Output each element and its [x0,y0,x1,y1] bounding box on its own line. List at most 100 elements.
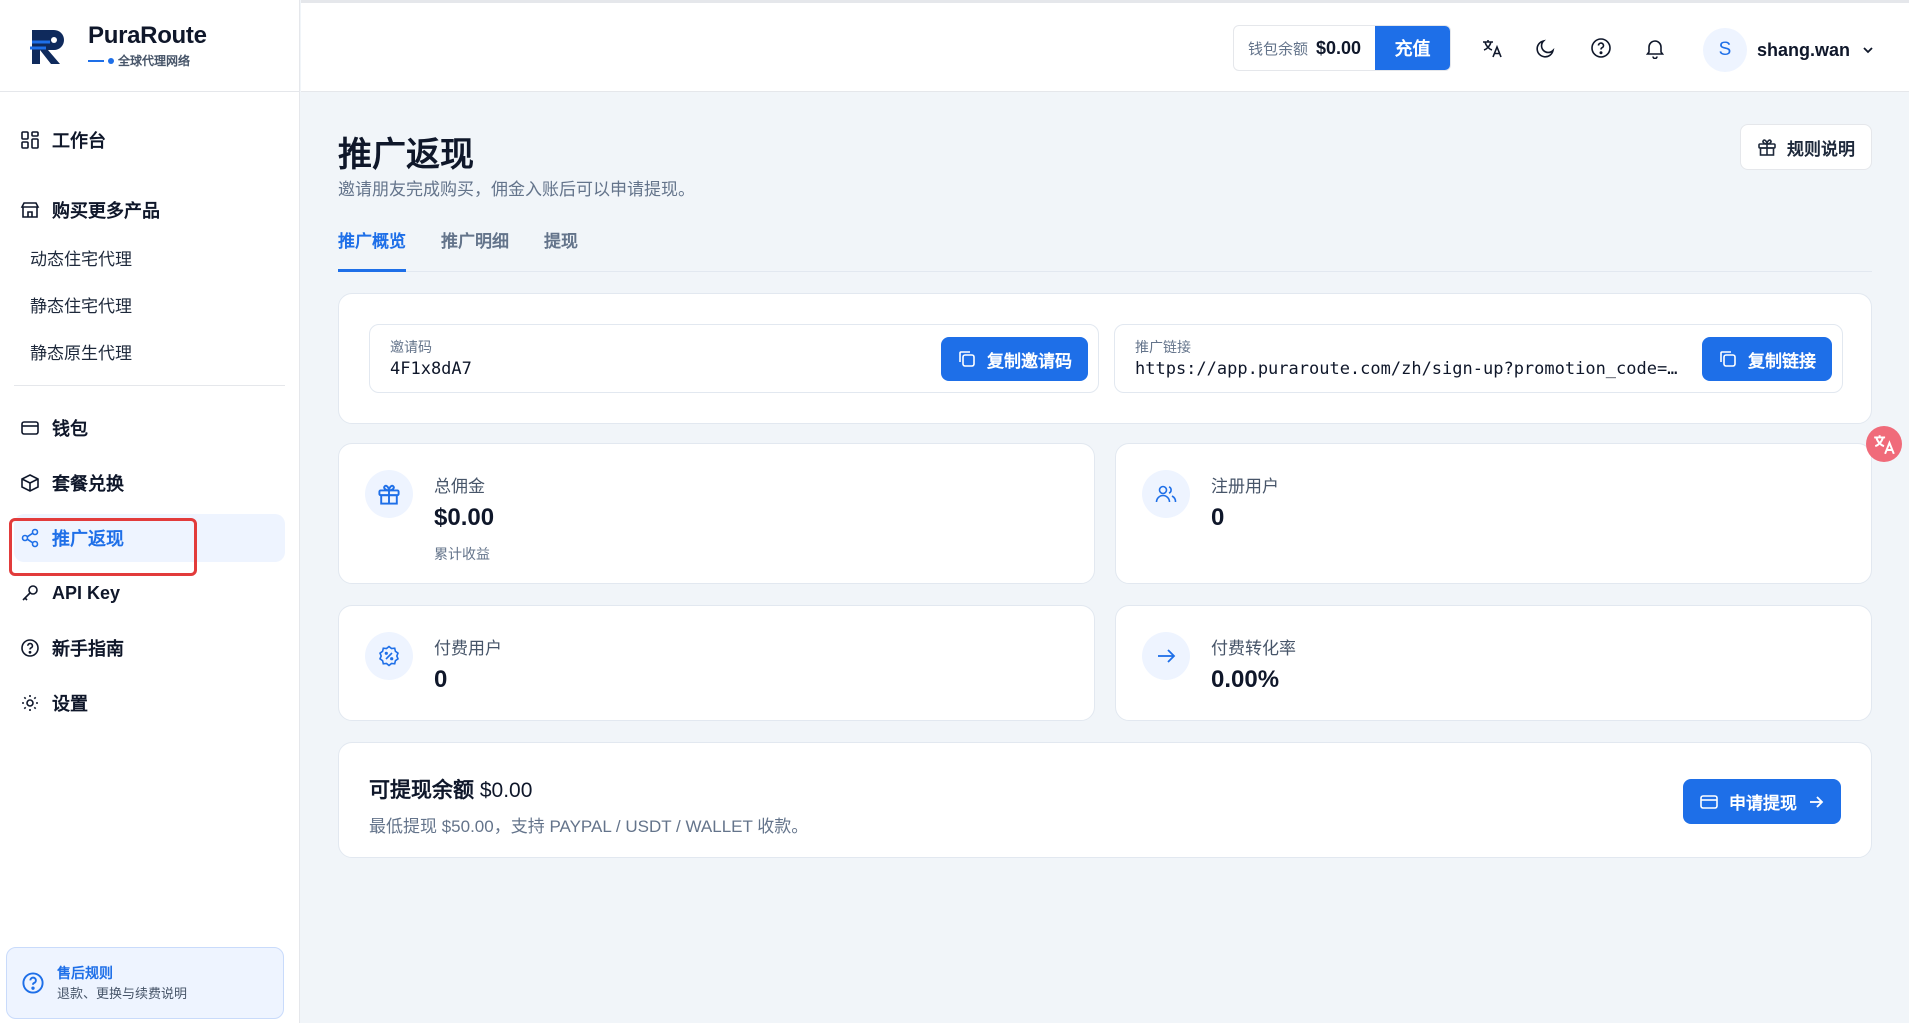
grid-icon [21,131,39,149]
sidebar-item-static-native[interactable]: 静态原生代理 [14,328,285,375]
withdraw-card: 可提现余额 $0.00 最低提现 $50.00，支持 PAYPAL / USDT… [338,742,1872,858]
stat-label: 付费用户 [434,639,502,658]
withdraw-balance: 可提现余额 $0.00 [369,774,532,804]
translate-icon[interactable] [1481,37,1503,59]
withdraw-title: 可提现余额 [369,779,474,802]
rules-button[interactable]: 规则说明 [1740,124,1872,170]
stat-icon-wrap [365,470,413,518]
copy-icon [959,351,975,367]
brand-name: PuraRoute [88,22,207,49]
brand[interactable]: PuraRoute 全球代理网络 [0,0,299,92]
invite-code-value[interactable]: 4F1x8dA7 [390,359,910,379]
stat-total-commission: 总佣金 $0.00 累计收益 [338,443,1095,584]
copy-link-button[interactable]: 复制链接 [1702,337,1832,381]
stat-icon-wrap [1142,470,1190,518]
share-icon [21,528,39,548]
copy-code-button[interactable]: 复制邀请码 [941,337,1088,381]
sidebar-item-package-exchange[interactable]: 套餐兑换 [14,459,285,507]
gift-icon [1758,139,1776,156]
badge-percent-icon [379,645,399,667]
invite-link-label: 推广链接 [1135,339,1191,355]
help-circle-icon [21,639,39,657]
users-icon [1155,485,1177,503]
package-icon [21,474,39,492]
sidebar-item-workbench[interactable]: 工作台 [14,116,285,164]
wallet-amount: $0.00 [1316,37,1362,58]
sidebar-item-buy-more[interactable]: 购买更多产品 [14,186,285,234]
after-sale-rules[interactable]: 售后规则 退款、更换与续费说明 [6,947,284,1019]
sidebar-item-settings[interactable]: 设置 [14,679,285,727]
floating-translate-button[interactable] [1866,426,1902,462]
apply-withdraw-button[interactable]: 申请提现 [1683,779,1841,824]
withdraw-note: 最低提现 $50.00，支持 PAYPAL / USDT / WALLET 收款… [369,817,809,836]
top-header: 钱包余额 $0.00 充值 S shang.wan [301,0,1909,92]
gear-icon [22,695,38,711]
sidebar-divider [14,385,285,386]
copy-icon [1720,351,1736,367]
translate-icon [1874,435,1895,455]
page-title: 推广返现 [338,136,474,174]
stat-registered-users: 注册用户 0 [1115,443,1872,584]
sidebar-item-guide[interactable]: 新手指南 [14,624,285,672]
stat-label: 注册用户 [1211,477,1279,496]
tab-overview[interactable]: 推广概览 [338,225,406,272]
store-icon [20,202,40,218]
stat-label: 付费转化率 [1211,639,1296,658]
copy-link-label: 复制链接 [1748,351,1816,371]
recharge-button[interactable]: 充值 [1375,26,1451,70]
sidebar-item-label: 推广返现 [52,529,124,549]
stat-paid-users: 付费用户 0 [338,605,1095,721]
sidebar-item-label: 工作台 [52,131,106,151]
arrow-right-icon [1158,649,1176,663]
help-circle-icon [22,972,44,994]
sidebar-item-label: 购买更多产品 [52,201,160,221]
stat-value: 0 [434,666,448,693]
invite-link-box: 推广链接 https://app.puraroute.com/zh/sign-u… [1114,324,1843,393]
key-icon [22,585,38,601]
stat-value: $0.00 [434,504,495,531]
brand-logo-icon [30,29,64,64]
brand-subtitle: 全球代理网络 [88,52,207,69]
gift-icon [378,484,400,505]
sidebar-item-label: API Key [52,582,121,603]
wallet-icon [21,421,39,435]
tabs: 推广概览 推广明细 提现 [338,225,1872,272]
sidebar: PuraRoute 全球代理网络 工作台 购买更多产品 动态住宅代理 静态住宅代… [0,0,300,1023]
stat-icon-wrap [365,632,413,680]
wallet-icon [1700,794,1718,809]
wallet-balance: 钱包余额 $0.00 充值 [1233,25,1452,71]
after-sale-title: 售后规则 [57,965,113,981]
wallet-label: 钱包余额 [1248,40,1309,58]
stat-conversion-rate: 付费转化率 0.00% [1115,605,1872,721]
invite-link-value[interactable]: https://app.puraroute.com/zh/sign-up?pro… [1135,359,1681,379]
sidebar-item-api-key[interactable]: API Key [14,569,285,617]
bell-icon[interactable] [1644,37,1666,59]
avatar: S [1703,28,1747,72]
sidebar-item-label: 设置 [52,694,88,714]
invite-code-box: 邀请码 4F1x8dA7 复制邀请码 [369,324,1099,393]
help-circle-icon[interactable] [1590,37,1612,59]
moon-icon[interactable] [1535,37,1557,59]
chevron-down-icon [1863,47,1873,54]
rules-button-label: 规则说明 [1787,139,1855,159]
tab-details[interactable]: 推广明细 [441,225,509,272]
tab-withdraw[interactable]: 提现 [544,225,578,272]
sidebar-nav: 工作台 购买更多产品 动态住宅代理 静态住宅代理 静态原生代理 钱包 套餐兑换 [0,92,299,727]
username: shang.wan [1757,39,1851,60]
stat-note: 累计收益 [434,546,490,562]
sidebar-item-static-residential[interactable]: 静态住宅代理 [14,281,285,328]
copy-code-label: 复制邀请码 [987,351,1072,371]
withdraw-amount: $0.00 [479,779,533,802]
stat-value: 0.00% [1211,666,1280,693]
arrow-right-icon [1810,795,1824,808]
sidebar-item-label: 钱包 [52,419,88,439]
user-menu[interactable]: S shang.wan [1703,28,1876,72]
stat-icon-wrap [1142,632,1190,680]
sidebar-item-dynamic-residential[interactable]: 动态住宅代理 [14,234,285,281]
sidebar-item-referral[interactable]: 推广返现 [14,514,285,562]
sidebar-item-wallet[interactable]: 钱包 [14,404,285,452]
stat-label: 总佣金 [434,477,485,496]
stat-value: 0 [1211,504,1225,531]
invite-card: 邀请码 4F1x8dA7 复制邀请码 推广链接 https://app.pura… [338,293,1872,424]
after-sale-desc: 退款、更换与续费说明 [57,986,188,1001]
